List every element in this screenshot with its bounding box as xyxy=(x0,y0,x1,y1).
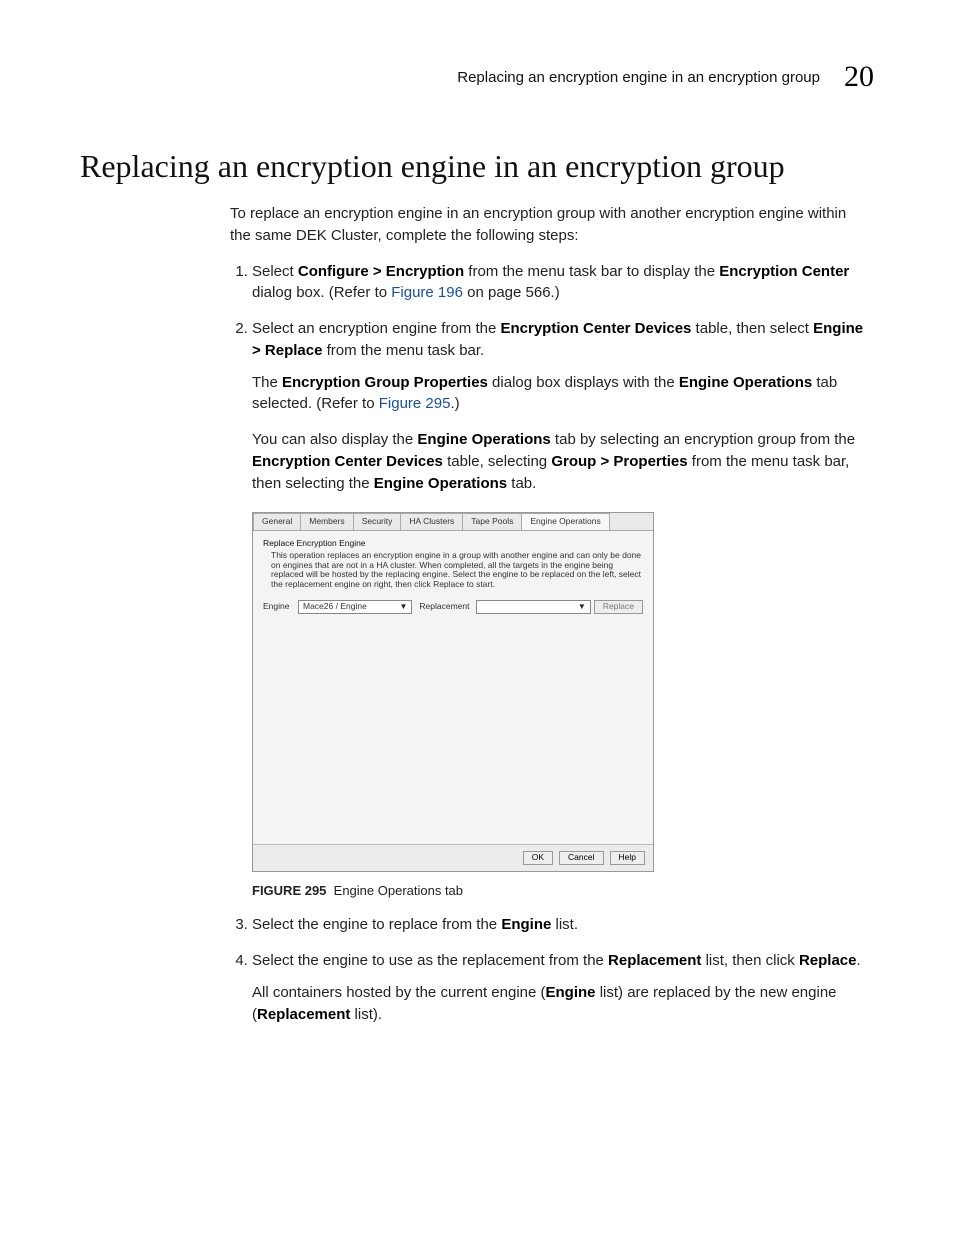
replacement-dropdown[interactable]: ▼ xyxy=(476,600,590,614)
replace-button[interactable]: Replace xyxy=(594,600,643,614)
ok-button[interactable]: OK xyxy=(523,851,553,865)
running-header: Replacing an encryption engine in an enc… xyxy=(80,60,874,94)
dialog-description: This operation replaces an encryption en… xyxy=(271,551,643,590)
chevron-down-icon: ▼ xyxy=(399,602,407,611)
engine-dropdown[interactable]: Mace26 / Engine ▼ xyxy=(298,600,412,614)
tab-ha-clusters[interactable]: HA Clusters xyxy=(400,513,463,530)
figure-caption: FIGURE 295 Engine Operations tab xyxy=(252,882,864,901)
step-1: Select Configure > Encryption from the m… xyxy=(252,261,864,305)
step-2: Select an encryption engine from the Enc… xyxy=(252,318,864,900)
dialog-screenshot: General Members Security HA Clusters Tap… xyxy=(252,512,654,871)
tab-engine-operations[interactable]: Engine Operations xyxy=(521,513,609,530)
dialog-name: Encryption Center xyxy=(719,263,849,280)
running-header-title: Replacing an encryption engine in an enc… xyxy=(457,69,820,86)
chevron-down-icon: ▼ xyxy=(578,602,586,611)
menu-path: Configure > Encryption xyxy=(298,263,464,280)
page-title: Replacing an encryption engine in an enc… xyxy=(80,148,874,185)
dialog-section-title: Replace Encryption Engine xyxy=(263,539,643,549)
cancel-button[interactable]: Cancel xyxy=(559,851,603,865)
engine-dropdown-value: Mace26 / Engine xyxy=(303,602,367,612)
tab-tape-pools[interactable]: Tape Pools xyxy=(462,513,522,530)
step-4: Select the engine to use as the replacem… xyxy=(252,950,864,1025)
replacement-label: Replacement xyxy=(419,602,473,612)
help-button[interactable]: Help xyxy=(610,851,645,865)
figure-link-295[interactable]: Figure 295 xyxy=(379,395,451,412)
intro-paragraph: To replace an encryption engine in an en… xyxy=(230,203,864,247)
engine-label: Engine xyxy=(263,602,295,612)
dialog-tabs: General Members Security HA Clusters Tap… xyxy=(253,513,653,531)
step-3: Select the engine to replace from the En… xyxy=(252,914,864,936)
tab-security[interactable]: Security xyxy=(353,513,402,530)
dialog-empty-area xyxy=(263,618,643,838)
tab-general[interactable]: General xyxy=(253,513,301,530)
chapter-number: 20 xyxy=(844,60,874,94)
figure-link-196[interactable]: Figure 196 xyxy=(391,284,463,301)
tab-members[interactable]: Members xyxy=(300,513,353,530)
